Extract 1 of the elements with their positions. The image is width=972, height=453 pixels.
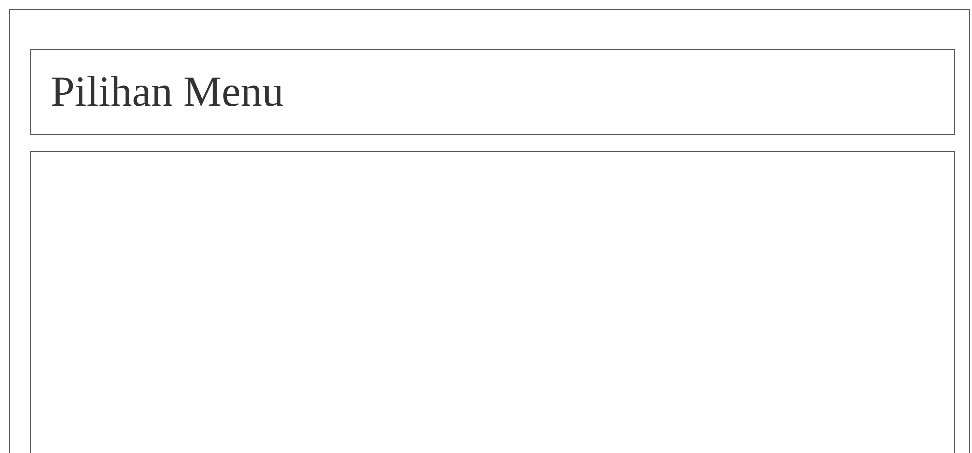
page-title: Pilihan Menu [51, 68, 284, 116]
